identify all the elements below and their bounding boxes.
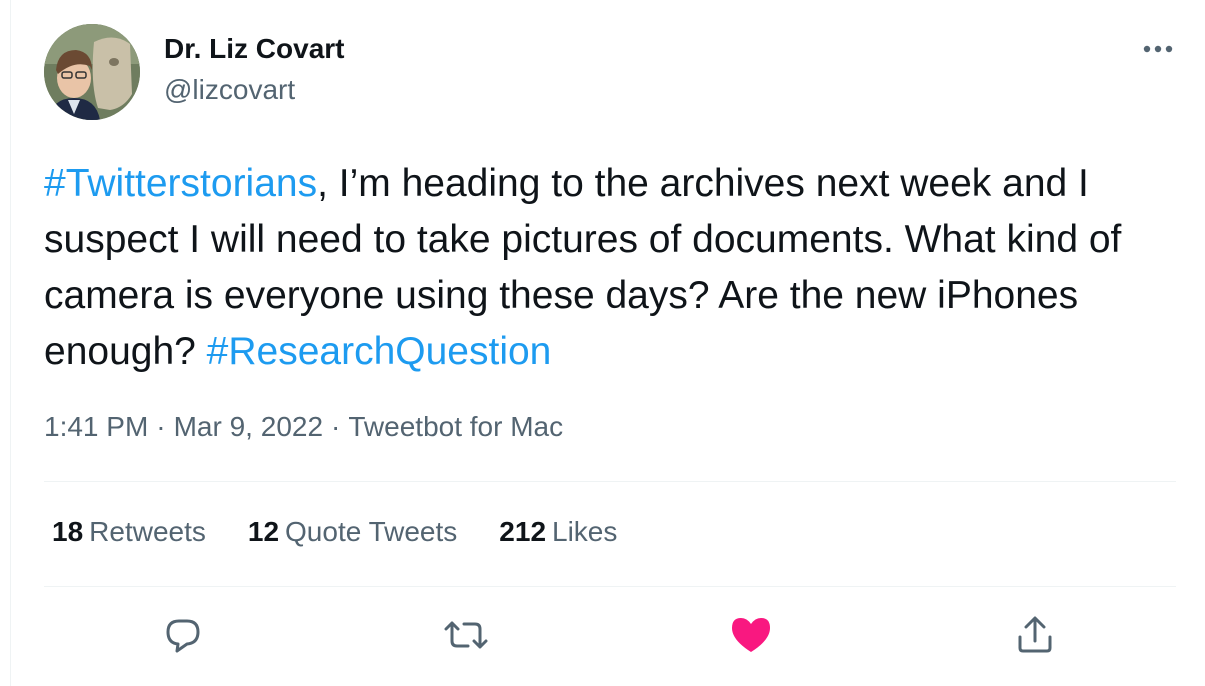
- share-icon: [1015, 615, 1055, 660]
- retweets-stat[interactable]: 18 Retweets: [52, 516, 206, 548]
- likes-label: Likes: [552, 516, 618, 547]
- left-border: [10, 0, 11, 686]
- hashtag-link[interactable]: #Twitterstorians: [44, 162, 317, 205]
- tweet-stats: 18 Retweets 12 Quote Tweets 212 Likes: [52, 516, 659, 548]
- author-display-name[interactable]: Dr. Liz Covart: [164, 33, 344, 65]
- reply-icon: [163, 615, 203, 660]
- share-button[interactable]: [1012, 614, 1058, 660]
- more-options-button[interactable]: [1138, 34, 1178, 64]
- retweets-count: 18: [52, 516, 84, 547]
- heart-filled-icon: [730, 616, 772, 659]
- quotes-count: 12: [247, 516, 280, 547]
- quotes-label: Quote Tweets: [285, 516, 458, 547]
- retweet-button[interactable]: [443, 614, 489, 660]
- retweet-icon: [444, 615, 488, 660]
- more-horizontal-icon: [1143, 40, 1173, 58]
- tweet-card: Dr. Liz Covart @lizcovart #Twitterstoria…: [0, 0, 1205, 686]
- quote-tweets-stat[interactable]: 12 Quote Tweets: [248, 516, 457, 548]
- divider: [44, 586, 1176, 587]
- tweet-time[interactable]: 1:41 PM: [44, 411, 148, 442]
- meta-separator: ·: [331, 411, 341, 442]
- meta-separator: ·: [156, 411, 166, 442]
- author-handle[interactable]: @lizcovart: [164, 74, 295, 106]
- tweet-meta: 1:41 PM · Mar 9, 2022 · Tweetbot for Mac: [44, 411, 563, 443]
- retweets-label: Retweets: [89, 516, 206, 547]
- divider: [44, 481, 1176, 482]
- likes-count: 212: [499, 516, 547, 547]
- likes-stat[interactable]: 212 Likes: [499, 516, 617, 548]
- tweet-text: #Twitterstorians, I’m heading to the arc…: [44, 156, 1174, 380]
- like-button[interactable]: [728, 614, 774, 660]
- tweet-source[interactable]: Tweetbot for Mac: [348, 411, 563, 442]
- hashtag-link[interactable]: #ResearchQuestion: [207, 330, 552, 373]
- avatar[interactable]: [44, 24, 140, 120]
- reply-button[interactable]: [160, 614, 206, 660]
- tweet-date[interactable]: Mar 9, 2022: [174, 411, 323, 442]
